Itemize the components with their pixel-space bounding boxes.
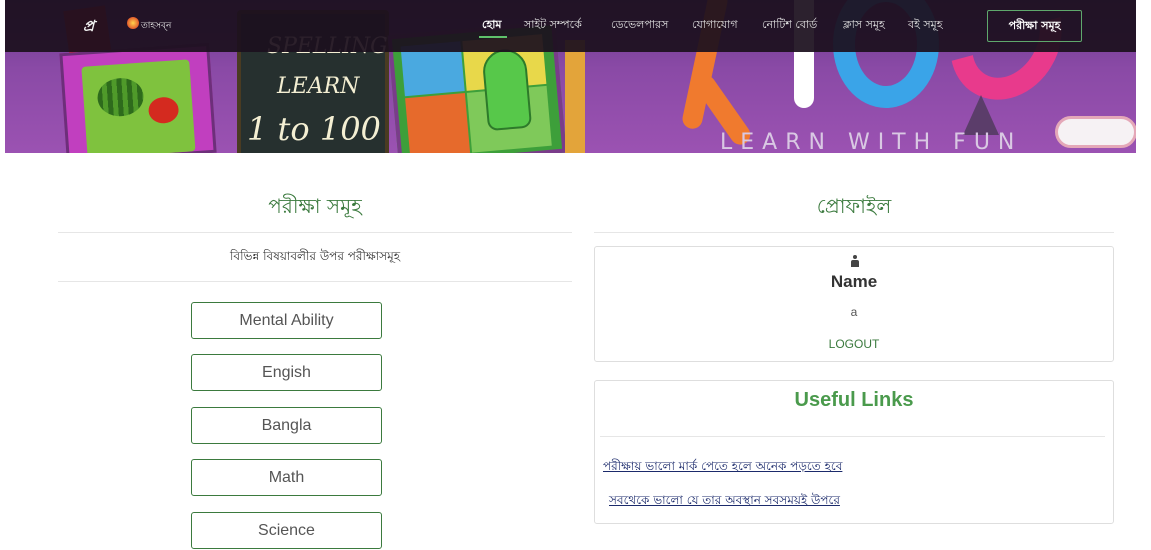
logo-text: তাহসব্ন [141, 21, 172, 31]
top-navbar: প্র তাহসব্ন হোম সাইট সম্পর্কে ডেভেলপারস … [5, 0, 1136, 52]
useful-links-title: Useful Links [794, 389, 914, 411]
nav-books[interactable]: বই সমূহ [908, 16, 943, 35]
nav-home[interactable]: হোম [482, 16, 502, 35]
profile-title: প্রোফাইল [816, 194, 892, 218]
nav-active-indicator [479, 36, 507, 38]
user-icon [850, 255, 860, 268]
divider [600, 436, 1105, 437]
useful-link-1[interactable]: পরীক্ষায় ভালো মার্ক পেতে হলে অনেক পড়তে… [603, 458, 842, 478]
divider [594, 232, 1114, 233]
watermelon-icon [96, 76, 145, 118]
logout-link[interactable]: LOGOUT [594, 337, 1114, 351]
logo-swirl-icon [127, 17, 139, 29]
nav-exams-button[interactable]: পরীক্ষা সমূহ [987, 10, 1082, 42]
dinosaur-icon [481, 47, 533, 132]
nav-contact[interactable]: যোগাযোগ [692, 16, 738, 35]
logo-mark: প্র [83, 17, 95, 35]
nav-about-site[interactable]: সাইট সম্পর্কে [524, 16, 582, 35]
divider [58, 232, 572, 233]
exams-subtitle: বিভিন্ন বিষয়াবলীর উপর পরীক্ষাসমূহ [229, 249, 401, 263]
cloud-image [1055, 116, 1136, 148]
board-line-3: 1 to 100 [247, 110, 381, 148]
profile-name-value: a [850, 305, 858, 319]
hero-banner: SPELLING LEARN 1 to 100 LEARN WITH FUN প… [5, 0, 1136, 153]
board-line-2: LEARN [277, 74, 360, 99]
nav-classes[interactable]: ক্লাস সমূহ [843, 16, 885, 35]
profile-name-label: Name [830, 272, 878, 291]
nav-notice-board[interactable]: নোটিশ বোর্ড [762, 16, 817, 35]
exam-math-button[interactable]: Math [191, 459, 382, 496]
exam-english-button[interactable]: Engish [191, 354, 382, 391]
exam-science-button[interactable]: Science [191, 512, 382, 549]
tomato-icon [147, 96, 180, 125]
exams-title: পরীক্ষা সমূহ [268, 194, 362, 218]
banner-tagline: LEARN WITH FUN [720, 130, 1023, 153]
exam-mental-ability-button[interactable]: Mental Ability [191, 302, 382, 339]
nav-developers[interactable]: ডেভেলপারস [611, 16, 668, 35]
vegetables-illustration [81, 59, 196, 153]
banner-vegetables-image [59, 42, 217, 153]
site-logo[interactable]: প্র তাহসব্ন [83, 14, 203, 36]
exam-bangla-button[interactable]: Bangla [191, 407, 382, 444]
useful-link-2[interactable]: সবথেকে ভালো যে তার অবস্থান সবসময়ই উপরে [609, 492, 840, 512]
divider [58, 281, 572, 282]
